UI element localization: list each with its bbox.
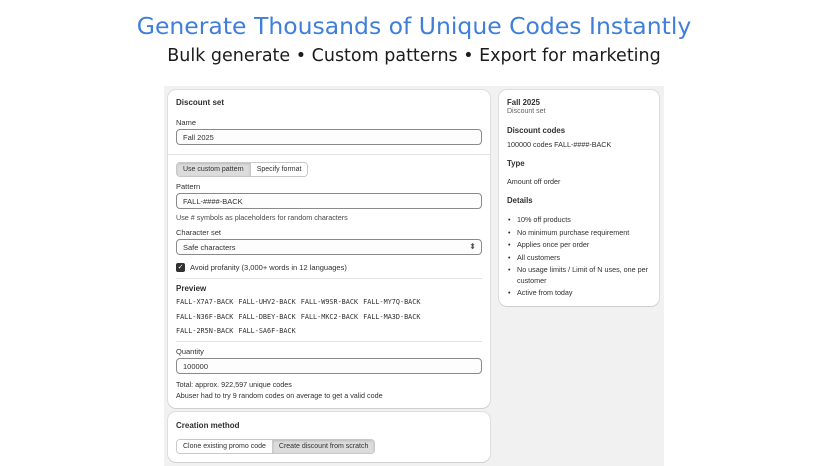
detail-item: 10% off products bbox=[508, 214, 667, 225]
pattern-help: Use # symbols as placeholders for random… bbox=[176, 213, 348, 222]
total-text: Total: approx. 922,597 unique codes bbox=[176, 380, 292, 389]
pattern-input[interactable]: FALL-####-BACK bbox=[176, 193, 482, 209]
preview-row: FALL-N36F-BACK FALL-DBEY-BACK FALL-MKC2-… bbox=[176, 313, 421, 321]
details-heading: Details bbox=[507, 196, 533, 205]
detail-item: All customers bbox=[508, 252, 667, 263]
section-title: Discount set bbox=[176, 98, 225, 107]
detail-item: Applies once per order bbox=[508, 239, 667, 250]
quantity-label: Quantity bbox=[176, 347, 204, 356]
pattern-mode-toggle: Use custom pattern Specify format bbox=[176, 162, 309, 177]
abuser-text: Abuser had to try 9 random codes on aver… bbox=[176, 391, 383, 400]
hero-subtitle: Bulk generate • Custom patterns • Export… bbox=[167, 46, 661, 66]
summary-subtitle: Discount set bbox=[507, 108, 546, 115]
divider bbox=[168, 154, 490, 155]
tab-specify-format[interactable]: Specify format bbox=[249, 163, 308, 176]
pattern-label: Pattern bbox=[176, 182, 201, 191]
name-input[interactable]: Fall 2025 bbox=[176, 129, 482, 145]
type-heading: Type bbox=[507, 159, 525, 168]
up-down-chevron-icon: ⬍ bbox=[469, 242, 476, 251]
codes-text: 100000 codes FALL-####-BACK bbox=[507, 140, 612, 149]
type-text: Amount off order bbox=[507, 177, 561, 186]
charset-value: Safe characters bbox=[183, 243, 236, 252]
creation-method-title: Creation method bbox=[176, 421, 240, 430]
preview-row: FALL-2R5N-BACK FALL-SA6F-BACK bbox=[176, 327, 296, 335]
codes-heading: Discount codes bbox=[507, 126, 566, 135]
profanity-label: Avoid profanity (3,000+ words in 12 lang… bbox=[190, 263, 347, 272]
charset-select[interactable]: Safe characters ⬍ bbox=[176, 239, 482, 255]
tab-use-custom-pattern[interactable]: Use custom pattern bbox=[177, 163, 250, 176]
detail-item: No minimum purchase requirement bbox=[508, 227, 667, 238]
clone-existing-button[interactable]: Clone existing promo code bbox=[177, 440, 272, 453]
detail-item: No usage limits / Limit of N uses, one p… bbox=[508, 264, 667, 286]
summary-title: Fall 2025 bbox=[507, 98, 540, 107]
profanity-checkbox[interactable]: ✓ bbox=[176, 263, 185, 272]
quantity-input[interactable]: 100000 bbox=[176, 358, 482, 374]
preview-title: Preview bbox=[176, 284, 207, 293]
hero-title: Generate Thousands of Unique Codes Insta… bbox=[136, 12, 692, 40]
detail-item: Active from today bbox=[508, 287, 667, 298]
divider bbox=[176, 278, 482, 279]
creation-method-toggle: Clone existing promo code Create discoun… bbox=[176, 439, 376, 454]
charset-label: Character set bbox=[176, 228, 222, 237]
divider bbox=[176, 341, 482, 342]
preview-row: FALL-X7A7-BACK FALL-UHV2-BACK FALL-W9SR-… bbox=[176, 298, 421, 306]
name-label: Name bbox=[176, 118, 197, 127]
creation-method-card bbox=[168, 412, 490, 462]
create-from-scratch-button[interactable]: Create discount from scratch bbox=[271, 440, 375, 453]
